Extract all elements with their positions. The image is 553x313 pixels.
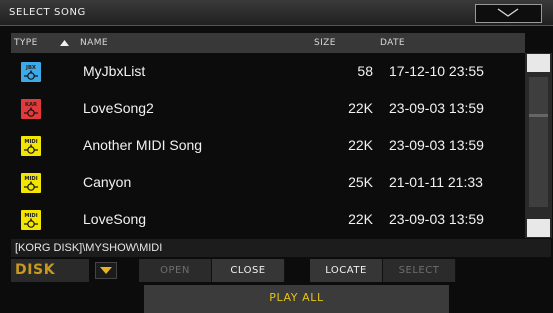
svg-text:MIDI: MIDI: [24, 139, 37, 145]
device-dropdown-button[interactable]: [95, 262, 117, 279]
column-header: TYPE NAME SIZE DATE: [11, 33, 525, 53]
file-date: 21-01-11 21:33: [389, 174, 483, 190]
select-song-screen: SELECT SONG TYPE NAME SIZE DATE JBX MyJbx…: [0, 0, 553, 313]
file-date: 17-12-10 23:55: [389, 63, 484, 79]
page-menu-button[interactable]: [475, 4, 542, 23]
action-bar: DISK OPEN CLOSE LOCATE SELECT: [0, 259, 553, 282]
scroll-down-button[interactable]: [527, 219, 550, 237]
midi-file-icon: MIDI: [21, 210, 41, 230]
open-button[interactable]: OPEN: [139, 259, 212, 282]
close-button[interactable]: CLOSE: [212, 259, 285, 282]
locate-button[interactable]: LOCATE: [310, 259, 383, 282]
kar-file-icon: KAR: [21, 99, 41, 119]
svg-text:KAR: KAR: [25, 102, 37, 108]
scrollbar-thumb[interactable]: [529, 77, 548, 207]
file-name: Another MIDI Song: [83, 137, 203, 153]
device-label: DISK: [15, 262, 56, 278]
sort-ascending-icon: [60, 40, 69, 46]
triangle-down-icon: [100, 267, 112, 274]
title-bar: SELECT SONG: [0, 0, 553, 26]
page-title: SELECT SONG: [9, 7, 86, 18]
chevron-down-icon: [497, 8, 519, 17]
column-header-type[interactable]: TYPE: [14, 38, 38, 48]
select-button[interactable]: SELECT: [383, 259, 456, 282]
file-size: 25K: [348, 174, 373, 190]
scroll-up-button[interactable]: [527, 54, 550, 72]
file-row[interactable]: JBX MyJbxList 58 17-12-10 23:55: [11, 53, 525, 90]
device-selector[interactable]: DISK: [11, 259, 89, 282]
file-name: LoveSong: [83, 211, 147, 227]
current-path: [KORG DISK]\MYSHOW\MIDI: [11, 239, 551, 257]
file-list: JBX MyJbxList 58 17-12-10 23:55 KAR LoveSong2…: [11, 53, 525, 238]
file-size: 58: [357, 63, 373, 79]
column-header-date[interactable]: DATE: [380, 38, 405, 48]
svg-text:MIDI: MIDI: [24, 176, 37, 182]
file-date: 23-09-03 13:59: [389, 211, 484, 227]
column-header-size[interactable]: SIZE: [314, 38, 336, 48]
scrollbar-position-marker: [529, 114, 548, 117]
file-date: 23-09-03 13:59: [389, 100, 484, 116]
midi-file-icon: MIDI: [21, 173, 41, 193]
file-name: LoveSong2: [83, 100, 154, 116]
midi-file-icon: MIDI: [21, 136, 41, 156]
play-all-button[interactable]: PLAY ALL: [144, 285, 449, 313]
svg-text:MIDI: MIDI: [24, 213, 37, 219]
file-size: 22K: [348, 137, 373, 153]
file-size: 22K: [348, 100, 373, 116]
file-row[interactable]: MIDI Another MIDI Song 22K 23-09-03 13:59: [11, 127, 525, 164]
file-date: 23-09-03 13:59: [389, 137, 484, 153]
file-name: MyJbxList: [83, 63, 146, 79]
file-name: Canyon: [83, 174, 132, 190]
file-row[interactable]: KAR LoveSong2 22K 23-09-03 13:59: [11, 90, 525, 127]
file-size: 22K: [348, 211, 373, 227]
svg-text:JBX: JBX: [25, 65, 36, 71]
column-header-name[interactable]: NAME: [80, 38, 108, 48]
file-row[interactable]: MIDI LoveSong 22K 23-09-03 13:59: [11, 201, 525, 238]
file-row[interactable]: MIDI Canyon 25K 21-01-11 21:33: [11, 164, 525, 201]
jbx-file-icon: JBX: [21, 62, 41, 82]
scrollbar[interactable]: [525, 53, 552, 238]
